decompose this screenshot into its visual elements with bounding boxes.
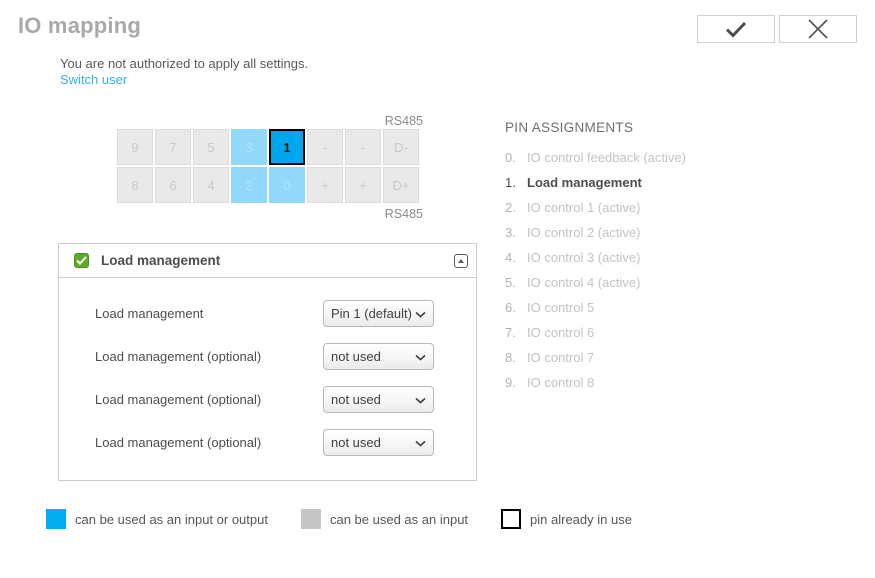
pin-cell[interactable]: 4 <box>193 167 229 203</box>
pin-select-1-value: not used <box>331 349 381 364</box>
assignment-label: IO control 3 (active) <box>527 250 641 265</box>
legend-label: pin already in use <box>530 511 632 527</box>
form-row: Load management Pin 1 (default) <box>59 292 476 335</box>
assignment-label: IO control 7 <box>527 350 595 365</box>
legend-label: can be used as an input <box>329 511 469 527</box>
assignment-index: 2. <box>505 200 516 215</box>
form-label: Load management (optional) <box>95 435 262 450</box>
assignment-index: 8. <box>505 350 516 365</box>
pin-cell[interactable]: 6 <box>155 167 191 203</box>
pin-cell[interactable]: + <box>345 167 381 203</box>
assignment-label: IO control 4 (active) <box>527 275 641 290</box>
pin-cell[interactable]: D- <box>383 129 419 165</box>
form-label: Load management (optional) <box>95 392 262 407</box>
close-icon <box>807 18 829 40</box>
assignment-label: IO control 1 (active) <box>527 200 641 215</box>
assignment-row: 7. IO control 6 <box>505 320 745 345</box>
pin-select-2-value: not used <box>331 392 381 407</box>
assignment-index: 1. <box>505 175 516 190</box>
rs485-label-bottom: RS485 <box>384 207 423 221</box>
assignment-label: IO control 8 <box>527 375 595 390</box>
pin-cell[interactable]: 5 <box>193 129 229 165</box>
legend-item-input: can be used as an input <box>300 509 469 529</box>
pin-cell[interactable]: - <box>345 129 381 165</box>
pin-select-3[interactable]: not used <box>323 429 434 456</box>
pin-cell[interactable]: 3 <box>231 129 267 165</box>
load-management-panel: Load management Load management Pin 1 (d… <box>58 243 477 481</box>
assignment-label: IO control feedback (active) <box>527 150 686 165</box>
assignment-label: IO control 6 <box>527 325 595 340</box>
assignment-row: 3. IO control 2 (active) <box>505 220 745 245</box>
assignment-row: 9. IO control 8 <box>505 370 745 395</box>
header-actions <box>697 15 857 43</box>
form-label: Load management (optional) <box>95 349 262 364</box>
pin-row-bottom: 8 6 4 2 0 + + D+ <box>117 167 423 203</box>
authorization-notice: You are not authorized to apply all sett… <box>60 56 309 71</box>
legend-swatch-outline <box>501 509 522 529</box>
assignment-row: 0. IO control feedback (active) <box>505 145 745 170</box>
pin-select-3-value: not used <box>331 435 381 450</box>
assignment-row: 5. IO control 4 (active) <box>505 270 745 295</box>
pin-select-1[interactable]: not used <box>323 343 434 370</box>
chevron-down-icon <box>415 435 426 450</box>
pin-row-top: 9 7 5 3 1 - - D- <box>117 129 423 165</box>
pin-grid: RS485 9 7 5 3 1 - - D- 8 6 4 2 0 + + D+ … <box>117 113 423 222</box>
assignment-index: 5. <box>505 275 516 290</box>
form-row: Load management (optional) not used <box>59 421 476 464</box>
pin-cell[interactable]: 2 <box>231 167 267 203</box>
assignment-index: 4. <box>505 250 516 265</box>
pin-cell-selected[interactable]: 1 <box>269 129 305 165</box>
pin-select-0-value: Pin 1 (default) <box>331 306 412 321</box>
assignment-label: IO control 2 (active) <box>527 225 641 240</box>
cancel-button[interactable] <box>779 15 857 43</box>
collapse-icon[interactable] <box>454 253 468 268</box>
assignment-row: 8. IO control 7 <box>505 345 745 370</box>
pin-cell[interactable]: 8 <box>117 167 153 203</box>
pin-cell[interactable]: 7 <box>155 129 191 165</box>
assignment-index: 3. <box>505 225 516 240</box>
assignment-index: 0. <box>505 150 516 165</box>
switch-user-link[interactable]: Switch user <box>60 72 127 88</box>
panel-title: Load management <box>101 253 221 268</box>
assignment-index: 9. <box>505 375 516 390</box>
legend-item-input-output: can be used as an input or output <box>46 509 268 529</box>
form-row: Load management (optional) not used <box>59 335 476 378</box>
assignment-label: IO control 5 <box>527 300 595 315</box>
assignment-row: 6. IO control 5 <box>505 295 745 320</box>
panel-header: Load management <box>59 244 476 278</box>
assignment-index: 7. <box>505 325 516 340</box>
pin-assignments: PIN ASSIGNMENTS 0. IO control feedback (… <box>505 120 745 395</box>
chevron-down-icon <box>415 392 426 407</box>
pin-cell[interactable]: D+ <box>383 167 419 203</box>
legend-item-in-use: pin already in use <box>501 509 632 529</box>
check-icon <box>725 21 747 38</box>
chevron-down-icon <box>415 349 426 364</box>
assignment-row: 4. IO control 3 (active) <box>505 245 745 270</box>
panel-body: Load management Pin 1 (default) Load man… <box>59 278 476 464</box>
enable-checkbox[interactable] <box>74 253 89 268</box>
rs485-label-top: RS485 <box>384 114 423 128</box>
pin-cell[interactable]: 9 <box>117 129 153 165</box>
assignment-row: 2. IO control 1 (active) <box>505 195 745 220</box>
legend-swatch-gray <box>300 509 321 529</box>
legend-label: can be used as an input or output <box>75 511 268 527</box>
assignment-row-active: 1. Load management <box>505 170 745 195</box>
pin-select-0[interactable]: Pin 1 (default) <box>323 300 434 327</box>
chevron-down-icon <box>415 306 426 321</box>
apply-button[interactable] <box>697 15 775 43</box>
pin-cell[interactable]: - <box>307 129 343 165</box>
pin-cell[interactable]: 0 <box>269 167 305 203</box>
assignment-index: 6. <box>505 300 516 315</box>
form-label: Load management <box>95 306 204 321</box>
assignment-label: Load management <box>527 175 642 190</box>
pin-cell[interactable]: + <box>307 167 343 203</box>
legend: can be used as an input or output can be… <box>46 509 632 529</box>
page-title: IO mapping <box>18 13 141 38</box>
legend-swatch-blue <box>46 509 66 529</box>
pin-select-2[interactable]: not used <box>323 386 434 413</box>
pin-assignments-title: PIN ASSIGNMENTS <box>505 120 634 135</box>
form-row: Load management (optional) not used <box>59 378 476 421</box>
